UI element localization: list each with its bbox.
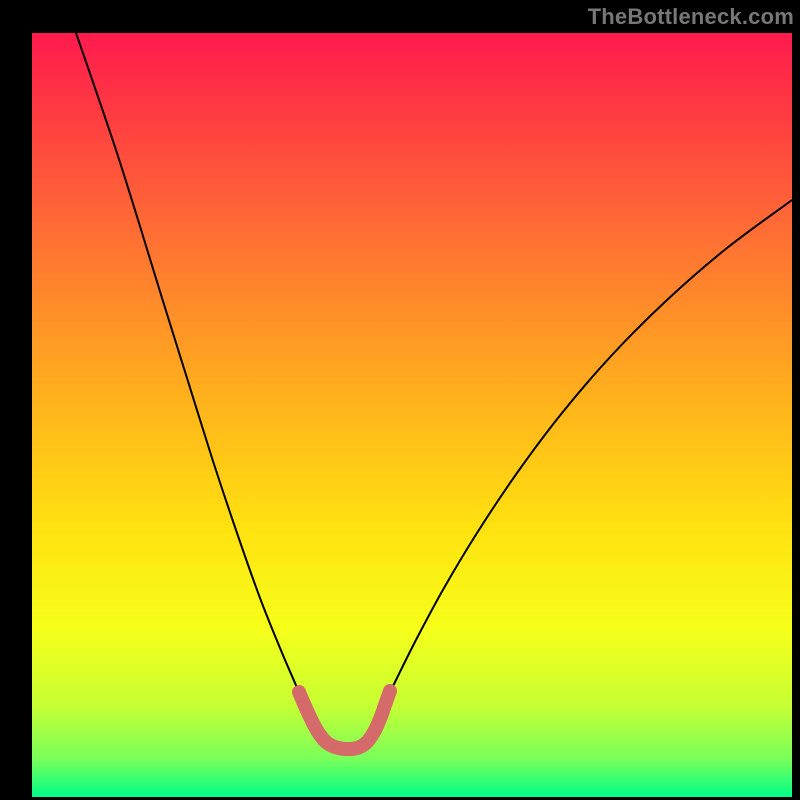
watermark-label: TheBottleneck.com [588, 4, 794, 30]
series-left-branch [76, 33, 305, 706]
curve-overlay [0, 0, 800, 800]
chart-canvas: TheBottleneck.com [0, 0, 800, 800]
series-right-branch [384, 200, 792, 705]
series-minimum-highlight [299, 691, 390, 749]
